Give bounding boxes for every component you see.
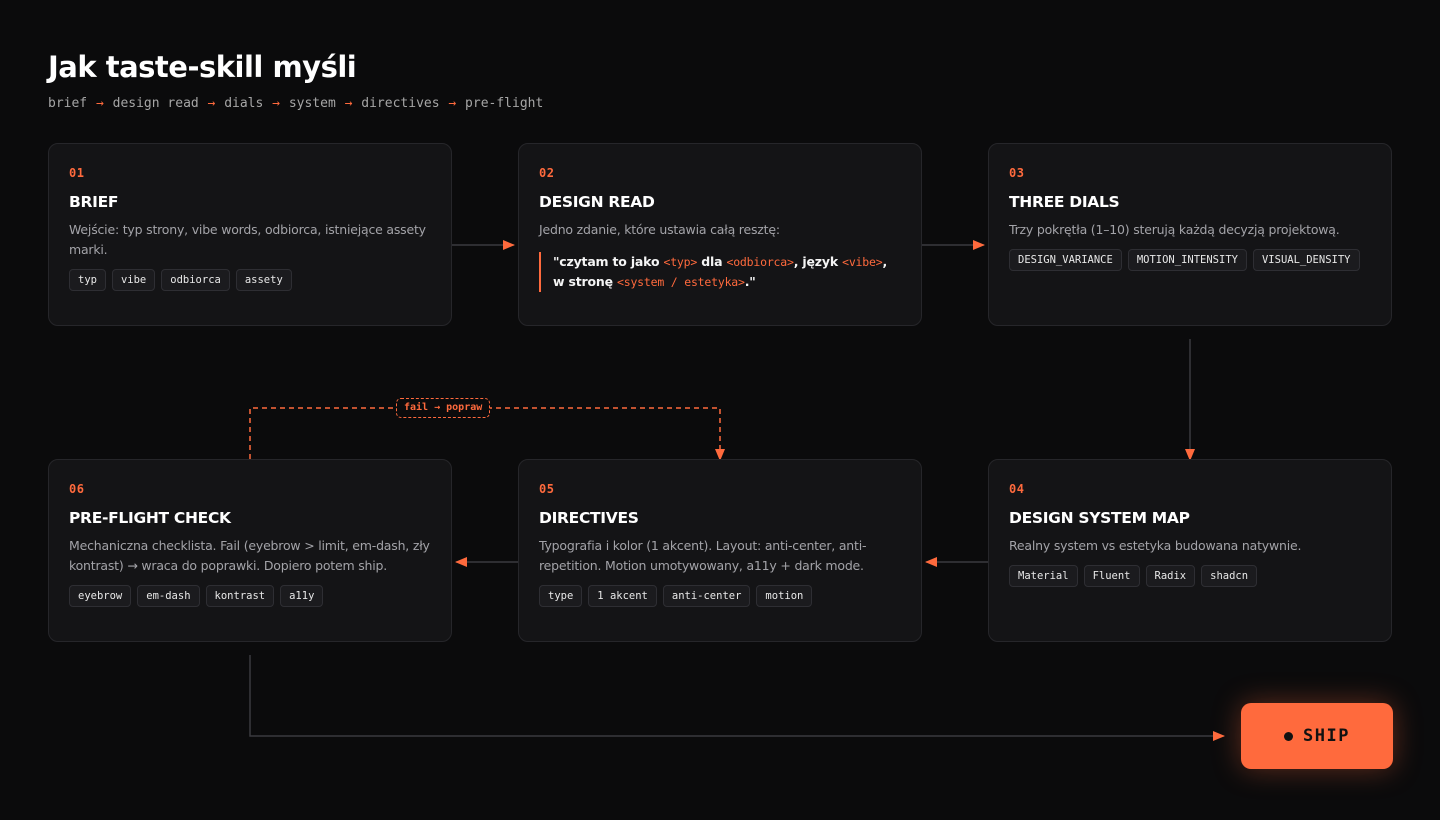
step-title: DIRECTIVES: [539, 509, 639, 527]
flow-arrow: →: [95, 96, 104, 111]
step-card-design-read: 02 DESIGN READ Jedno zdanie, które ustaw…: [518, 143, 922, 326]
tag: motion: [756, 585, 813, 607]
tag: Radix: [1145, 565, 1196, 587]
step-description: Wejście: typ strony, vibe words, odbiorc…: [69, 222, 426, 257]
step-number: 01: [69, 166, 85, 180]
tag: Material: [1009, 565, 1078, 587]
tag-list: DESIGN_VARIANCE MOTION_INTENSITY VISUAL_…: [1009, 249, 1371, 271]
tag: anti-center: [662, 585, 751, 607]
status-dot-icon: [1284, 731, 1294, 741]
tag: 1 akcent: [588, 585, 657, 607]
tag: Fluent: [1083, 565, 1140, 587]
quote-text: "czytam to jako: [553, 254, 664, 269]
quote-text: , język: [793, 254, 843, 269]
fail-loop-label: fail → popraw: [396, 398, 491, 418]
tag: DESIGN_VARIANCE: [1009, 249, 1122, 271]
design-read-quote: "czytam to jako <typ> dla <odbiorca>, ję…: [539, 252, 901, 292]
placeholder-typ: <typ>: [663, 255, 698, 269]
flow-arrow: →: [448, 96, 457, 111]
placeholder-vibe: <vibe>: [842, 255, 883, 269]
page-title: Jak taste-skill myśli: [48, 50, 357, 84]
tag-list: type 1 akcent anti-center motion: [539, 585, 901, 607]
flow-step-dials: dials: [224, 96, 264, 111]
step-card-brief: 01 BRIEF Wejście: typ strony, vibe words…: [48, 143, 452, 326]
step-title: BRIEF: [69, 193, 119, 211]
step-description: Typografia i kolor (1 akcent). Layout: a…: [539, 538, 867, 573]
tag: MOTION_INTENSITY: [1127, 249, 1247, 271]
tag: em-dash: [137, 585, 200, 607]
flow-arrow: →: [207, 96, 216, 111]
step-title: DESIGN SYSTEM MAP: [1009, 509, 1190, 527]
flow-step-brief: brief: [48, 96, 88, 111]
placeholder-odbiorca: <odbiorca>: [726, 255, 794, 269]
step-description: Mechaniczna checklista. Fail (eyebrow > …: [69, 538, 430, 573]
tag: odbiorca: [161, 269, 230, 291]
placeholder-system: <system / estetyka>: [617, 275, 745, 289]
step-card-three-dials: 03 THREE DIALS Trzy pokrętła (1–10) ster…: [988, 143, 1392, 326]
flow-arrow: →: [272, 96, 280, 111]
tag: kontrast: [205, 585, 275, 607]
step-description: Trzy pokrętła (1–10) sterują każdą decyz…: [1009, 222, 1340, 237]
taste-skill-flow-diagram: Jak taste-skill myśli brief → design rea…: [0, 0, 1440, 820]
tag: a11y: [280, 585, 324, 607]
flow-step-pre-flight: pre-flight: [465, 96, 544, 111]
step-card-design-system-map: 04 DESIGN SYSTEM MAP Realny system vs es…: [988, 459, 1392, 642]
flow-step-system: system: [288, 96, 336, 111]
step-title: PRE-FLIGHT CHECK: [69, 509, 231, 527]
tag: type: [539, 585, 583, 607]
ship-button[interactable]: SHIP: [1241, 703, 1393, 769]
connector-layer: [249, 240, 1225, 741]
step-title: THREE DIALS: [1009, 193, 1120, 211]
tag: eyebrow: [69, 585, 132, 607]
step-description: Realny system vs estetyka budowana natyw…: [1009, 538, 1302, 553]
step-number: 06: [69, 482, 85, 496]
quote-text: dla: [697, 254, 727, 269]
tag-list: Material Fluent Radix shadcn: [1009, 565, 1371, 587]
step-number: 03: [1009, 166, 1025, 180]
tag: assety: [235, 269, 292, 291]
step-number: 02: [539, 166, 555, 180]
flow-step-design-read: design read: [112, 96, 199, 111]
step-number: 04: [1009, 482, 1025, 496]
step-description: Jedno zdanie, które ustawia całą resztę:: [539, 222, 780, 237]
step-card-directives: 05 DIRECTIVES Typografia i kolor (1 akce…: [518, 459, 922, 642]
tag-list: eyebrow em-dash kontrast a11y: [69, 585, 431, 607]
step-title: DESIGN READ: [539, 193, 655, 211]
step-number: 05: [539, 482, 555, 496]
tag: shadcn: [1201, 565, 1258, 587]
step-card-pre-flight-check: 06 PRE-FLIGHT CHECK Mechaniczna checklis…: [48, 459, 452, 642]
tag: typ: [69, 269, 106, 291]
tag-list: typ vibe odbiorca assety: [69, 269, 431, 291]
connector-preflight-to-ship: [249, 655, 1225, 741]
flow-breadcrumb: brief → design read → dials → system → d…: [48, 96, 543, 111]
tag: vibe: [111, 269, 156, 291]
tag: VISUAL_DENSITY: [1252, 249, 1360, 271]
ship-label: SHIP: [1303, 726, 1350, 746]
quote-text: .": [744, 274, 756, 289]
flow-arrow: →: [344, 96, 353, 111]
flow-step-directives: directives: [361, 96, 440, 111]
